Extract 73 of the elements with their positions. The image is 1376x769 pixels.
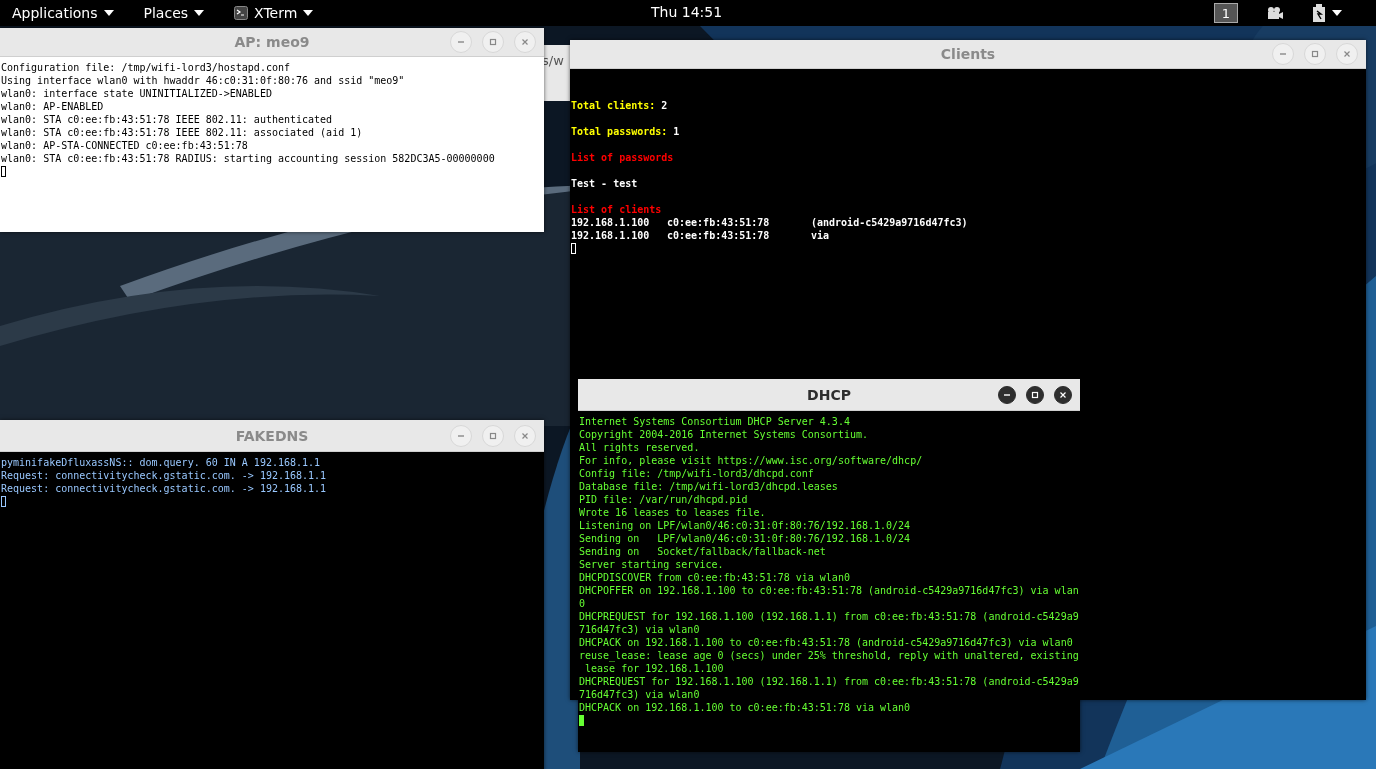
section-heading: List of passwords bbox=[571, 151, 675, 164]
camera-icon[interactable] bbox=[1266, 6, 1284, 20]
clock: Thu 14:51 bbox=[651, 4, 723, 20]
terminal-icon bbox=[234, 6, 249, 20]
terminal-line: reuse_lease: lease age 0 (secs) under 25% threshold, reply with unaltered, existing bbox=[579, 649, 1079, 662]
close-icon bbox=[520, 430, 530, 441]
password-entry: Test - test bbox=[571, 177, 639, 190]
client-name: (android-c5429a9716d47fc3) bbox=[811, 216, 968, 229]
terminal-line: DHCPREQUEST for 192.168.1.100 (192.168.1.1) from c0:ee:fb:43:51:78 (android-c5429a9 bbox=[579, 610, 1079, 623]
terminal-line: Internet Systems Consortium DHCP Server 4.3.4 bbox=[579, 415, 851, 428]
maximize-icon bbox=[1310, 49, 1320, 59]
terminal-line: PID file: /var/run/dhcpd.pid bbox=[579, 493, 749, 506]
terminal-line: DHCPOFFER on 192.168.1.100 to c0:ee:fb:43:51:78 (android-c5429a9716d47fc3) via wlan bbox=[579, 584, 1079, 597]
window-title: FAKEDNS bbox=[235, 427, 309, 444]
section-heading: List of clients bbox=[571, 203, 663, 216]
window-title: Clients bbox=[940, 46, 996, 62]
terminal-line: 716d47fc3) via wlan0 bbox=[579, 688, 701, 701]
client-ip: 192.168.1.100 bbox=[571, 216, 651, 229]
terminal-line: Request: connectivitycheck.gstatic.com. -> 192.168.1.1 bbox=[1, 482, 328, 495]
close-icon bbox=[520, 37, 530, 47]
terminal-line: DHCPACK on 192.168.1.100 to c0:ee:fb:43:51:78 (android-c5429a9716d47fc3) via wlan0 bbox=[579, 636, 1074, 649]
terminal-line: Sending on Socket/fallback/fallback-net bbox=[579, 545, 827, 558]
menu-button[interactable]: Applications bbox=[4, 3, 122, 23]
terminal-line: wlan0: STA c0:ee:fb:43:51:78 IEEE 802.11: associated (aid 1) bbox=[1, 126, 364, 139]
maximize-button[interactable] bbox=[1026, 385, 1044, 404]
terminal-line: Request: connectivitycheck.gstatic.com. -> 192.168.1.1 bbox=[1, 469, 328, 482]
stat-label: Total passwords: bbox=[571, 126, 668, 137]
maximize-icon bbox=[488, 37, 498, 47]
close-button[interactable] bbox=[1054, 385, 1072, 404]
terminal-line: DHCPDISCOVER from c0:ee:fb:43:51:78 via wlan0 bbox=[579, 571, 851, 584]
minimize-button[interactable] bbox=[998, 385, 1016, 404]
terminal-line: lease for 192.168.1.100 bbox=[584, 662, 725, 675]
battery-icon[interactable] bbox=[1312, 4, 1342, 22]
window-title: AP: meo9 bbox=[234, 34, 310, 50]
menu-button[interactable]: XTerm bbox=[226, 3, 322, 23]
terminal-line: DHCPACK on 192.168.1.100 to c0:ee:fb:43:51:78 via wlan0 bbox=[579, 701, 912, 714]
client-name: via bbox=[811, 229, 830, 242]
terminal-line: For info, please visit https://www.isc.org/software/dhcp/ bbox=[579, 454, 924, 467]
terminal-line: Database file: /tmp/wifi-lord3/dhcpd.leases bbox=[579, 480, 839, 493]
caret-icon bbox=[303, 10, 314, 16]
window-title: DHCP bbox=[807, 386, 851, 403]
terminal-line: Configuration file: /tmp/wifi-lord3/hostapd.conf bbox=[1, 61, 291, 74]
maximize-icon bbox=[1030, 389, 1040, 400]
workspace-button[interactable]: 1 bbox=[1214, 3, 1238, 23]
terminal-line: wlan0: AP-STA-CONNECTED c0:ee:fb:43:51:78 bbox=[1, 139, 249, 152]
caret-icon bbox=[103, 10, 114, 16]
stat-value: 1 bbox=[673, 126, 680, 137]
terminal-line: Listening on LPF/wlan0/46:c0:31:0f:80:76/192.168.1.0/24 bbox=[579, 519, 912, 532]
caret-icon bbox=[194, 10, 205, 16]
close-icon bbox=[1058, 389, 1068, 400]
terminal-line: Copyright 2004-2016 Internet Systems Consortium. bbox=[579, 428, 869, 441]
terminal-line: Using interface wlan0 with hwaddr 46:c0:31:0f:80:76 and ssid "meo9" bbox=[1, 74, 406, 87]
terminal-line: Config file: /tmp/wifi-lord3/dhcpd.conf bbox=[579, 467, 815, 480]
menu-button[interactable]: Places bbox=[135, 3, 213, 23]
terminal-line: wlan0: STA c0:ee:fb:43:51:78 IEEE 802.11: authenticated bbox=[1, 113, 334, 126]
terminal-line: Sending on LPF/wlan0/46:c0:31:0f:80:76/192.168.1.0/24 bbox=[579, 532, 912, 545]
terminal-line: 716d47fc3) via wlan0 bbox=[579, 623, 701, 636]
close-icon bbox=[1342, 49, 1352, 59]
client-mac: c0:ee:fb:43:51:78 bbox=[667, 229, 771, 242]
terminal-line: pyminifakeDfluxassNS:: dom.query. 60 IN A 192.168.1.1 bbox=[1, 456, 322, 469]
terminal-line: wlan0: AP-ENABLED bbox=[1, 100, 105, 113]
stat-value: 2 bbox=[661, 100, 668, 111]
client-mac: c0:ee:fb:43:51:78 bbox=[667, 216, 771, 229]
terminal-line: wlan0: STA c0:ee:fb:43:51:78 RADIUS: starting accounting session 582DC3A5-00000000 bbox=[1, 152, 496, 165]
terminal-line: DHCPREQUEST for 192.168.1.100 (192.168.1.1) from c0:ee:fb:43:51:78 (android-c5429a9 bbox=[579, 675, 1079, 688]
maximize-icon bbox=[488, 430, 498, 441]
terminal-line: All rights reserved. bbox=[579, 441, 701, 454]
terminal-line: Wrote 16 leases to leases file. bbox=[579, 506, 767, 519]
terminal-line: Server starting service. bbox=[579, 558, 725, 571]
terminal-line: 0 bbox=[579, 597, 587, 610]
terminal-line: wlan0: interface state UNINITIALIZED->ENABLED bbox=[1, 87, 273, 100]
stat-label: Total clients: bbox=[571, 100, 656, 111]
client-ip: 192.168.1.100 bbox=[571, 229, 651, 242]
